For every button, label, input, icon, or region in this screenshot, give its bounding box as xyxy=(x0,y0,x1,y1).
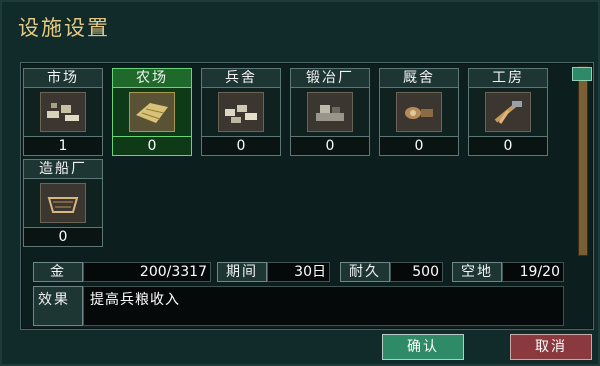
building-count: 0 xyxy=(290,136,370,156)
effect-description: 提高兵粮收入 xyxy=(83,286,564,326)
building-card-forge[interactable]: 锻冶厂 0 xyxy=(290,68,370,156)
scrollbar-thumb[interactable] xyxy=(572,67,592,81)
building-name: 工房 xyxy=(468,68,548,88)
cancel-button[interactable]: 取消 xyxy=(510,334,592,360)
building-name: 厩舍 xyxy=(379,68,459,88)
building-card-barracks[interactable]: 兵舍 0 xyxy=(201,68,281,156)
dialog-title: 设施设置 xyxy=(18,16,110,40)
vacant-land-value: 19/20 xyxy=(502,262,564,282)
farm-field-icon xyxy=(129,92,175,132)
gold-value: 200/3317 xyxy=(83,262,211,282)
building-name: 农场 xyxy=(112,68,192,88)
building-name: 造船厂 xyxy=(23,159,103,179)
building-name: 兵舍 xyxy=(201,68,281,88)
shipyard-icon xyxy=(40,183,86,223)
durability-label: 耐久 xyxy=(340,262,390,282)
building-count: 0 xyxy=(468,136,548,156)
forge-icon xyxy=(307,92,353,132)
workshop-icon xyxy=(485,92,531,132)
building-card-farm[interactable]: 农场 0 xyxy=(112,68,192,156)
vacant-land-label: 空地 xyxy=(452,262,502,282)
confirm-button[interactable]: 确认 xyxy=(382,334,464,360)
building-count: 0 xyxy=(112,136,192,156)
building-card-market[interactable]: 市场 1 xyxy=(23,68,103,156)
barracks-icon xyxy=(218,92,264,132)
effect-label: 效果 xyxy=(33,286,83,326)
building-name: 市场 xyxy=(23,68,103,88)
building-name: 锻冶厂 xyxy=(290,68,370,88)
building-count: 1 xyxy=(23,136,103,156)
gold-label: 金 xyxy=(33,262,83,282)
building-count: 0 xyxy=(23,227,103,247)
building-card-workshop[interactable]: 工房 0 xyxy=(468,68,548,156)
building-list-scrollbar[interactable] xyxy=(578,66,588,256)
building-count: 0 xyxy=(379,136,459,156)
period-label: 期间 xyxy=(217,262,267,282)
market-goods-icon xyxy=(40,92,86,132)
building-card-shipyard[interactable]: 造船厂 0 xyxy=(23,159,103,247)
period-value: 30日 xyxy=(267,262,330,282)
building-card-stable[interactable]: 厩舍 0 xyxy=(379,68,459,156)
stable-icon xyxy=(396,92,442,132)
durability-value: 500 xyxy=(390,262,443,282)
facility-settings-window: 设施设置 市场 1 农场 0 兵舍 0 锻冶厂 0 厩舍 0 工房 0 造船厂 … xyxy=(0,0,600,366)
building-count: 0 xyxy=(201,136,281,156)
